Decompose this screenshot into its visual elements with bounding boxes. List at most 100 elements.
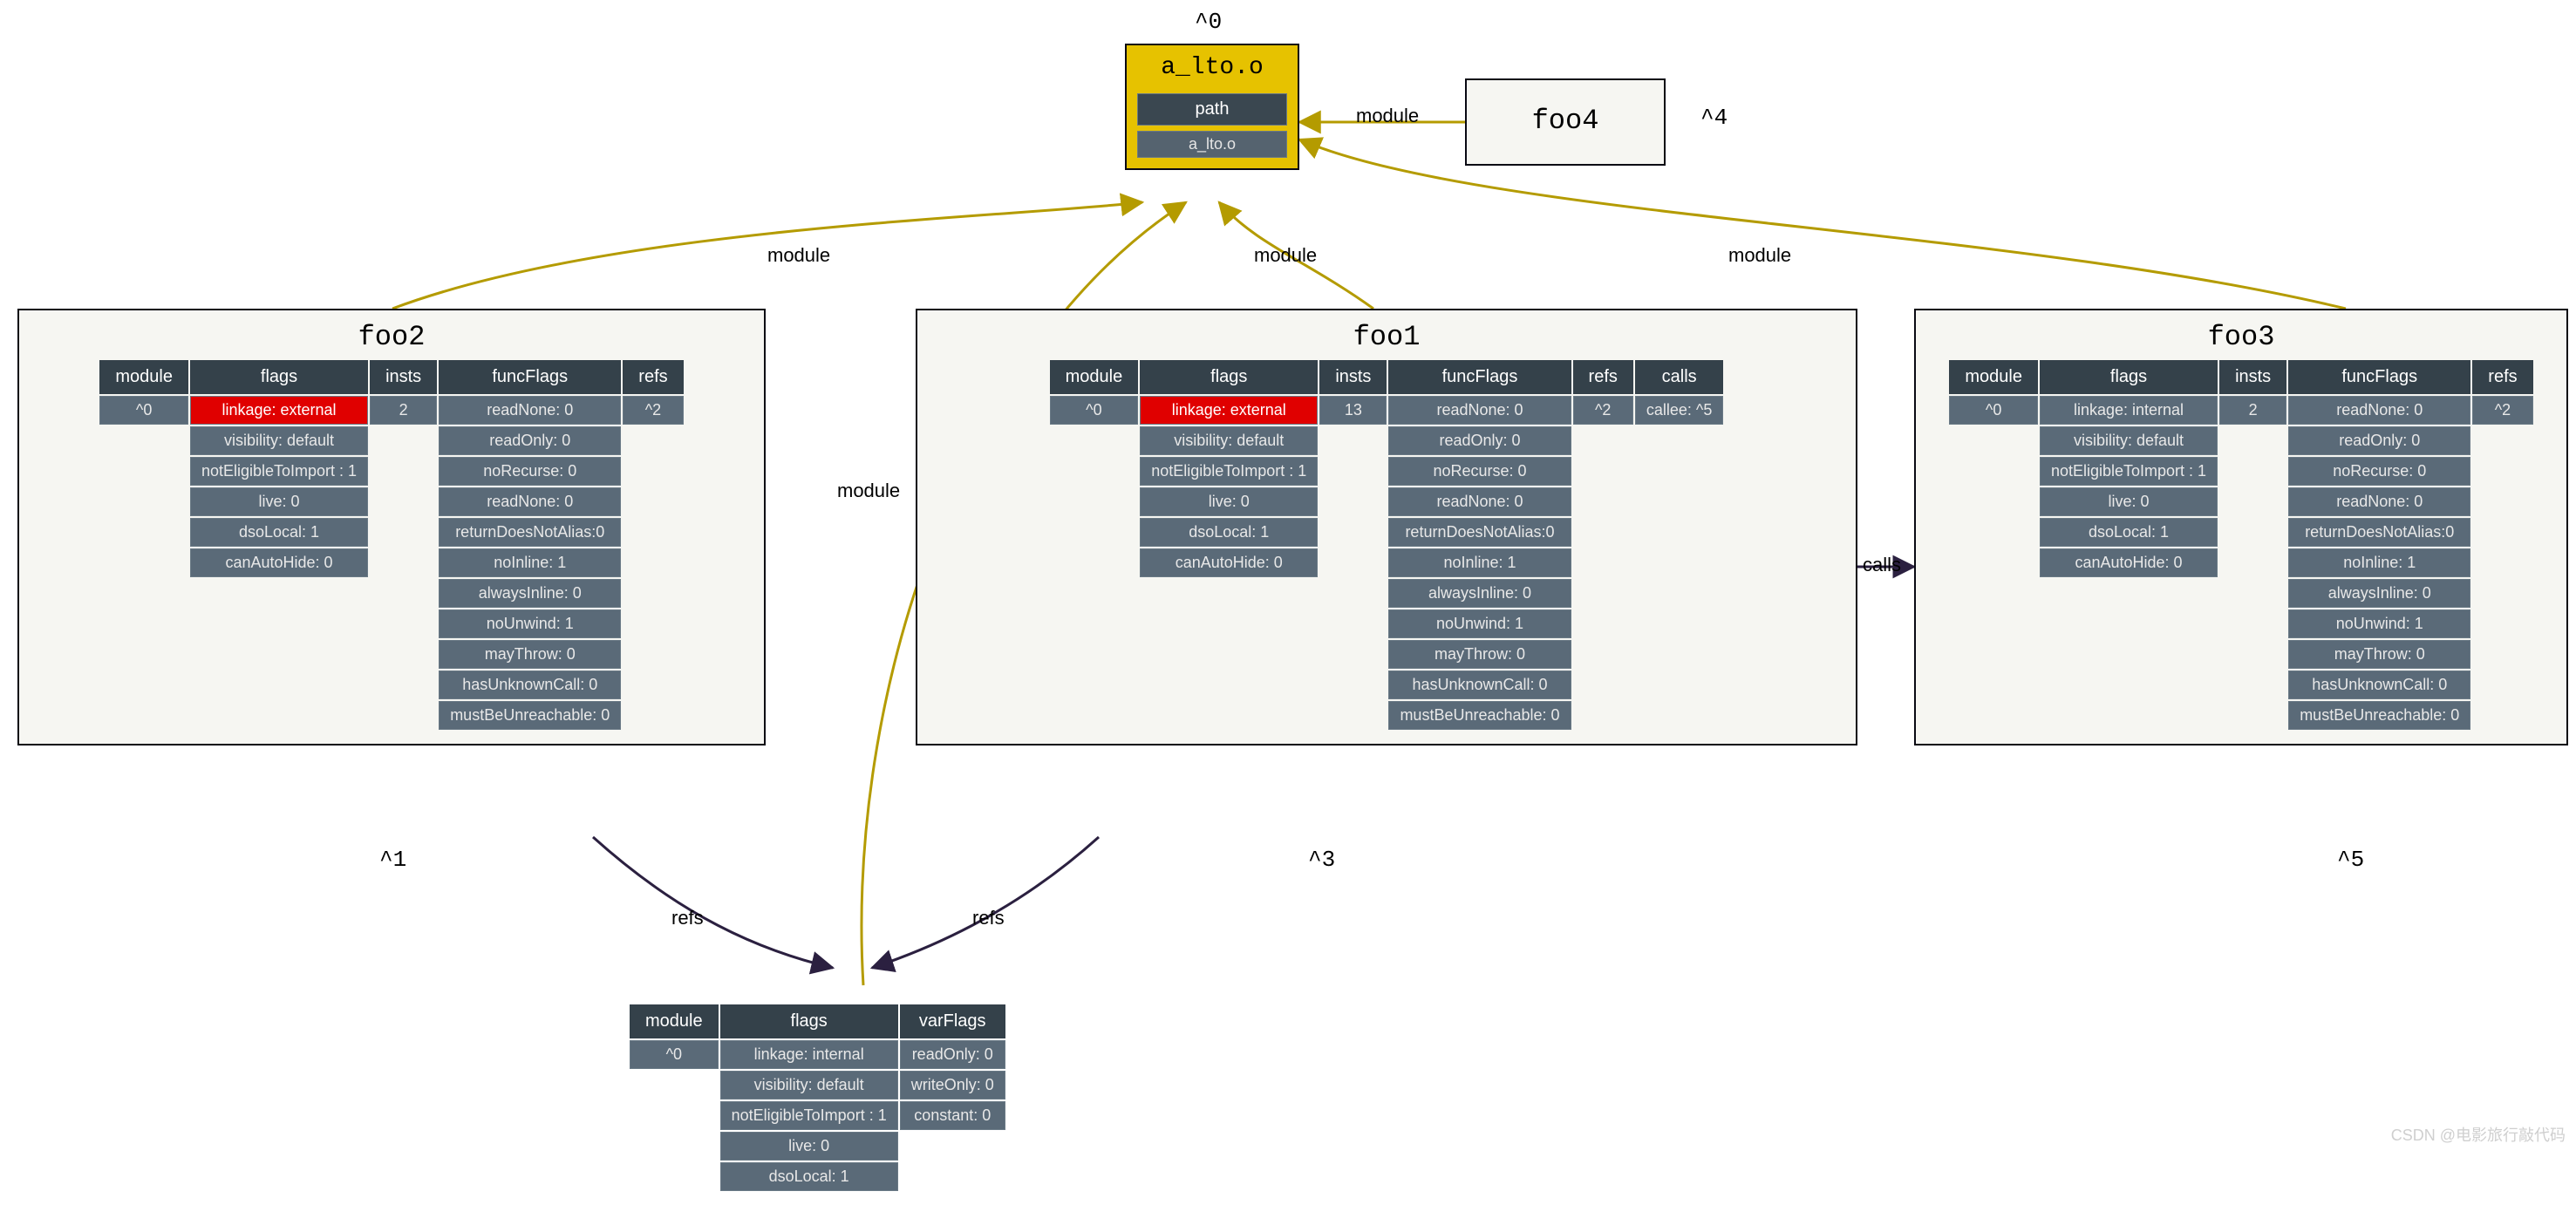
cell: returnDoesNotAlias:0 (2288, 518, 2470, 547)
cell: readNone: 0 (439, 487, 621, 516)
cell: 2 (2219, 396, 2286, 425)
foo2-table: module flags insts funcFlags refs ^0 lin… (98, 358, 685, 732)
foo4-id: ^4 (1700, 105, 1728, 131)
cell: canAutoHide: 0 (1140, 548, 1318, 577)
cell: visibility: default (2040, 426, 2218, 455)
node-var: module flags varFlags ^0 linkage: intern… (628, 1003, 1007, 1205)
hdr: funcFlags (2288, 360, 2470, 394)
edge-module-var: module (837, 480, 900, 502)
cell: canAutoHide: 0 (190, 548, 368, 577)
cell: noRecurse: 0 (1388, 457, 1571, 486)
foo3-id: ^5 (2337, 847, 2364, 873)
cell: ^0 (630, 1040, 719, 1069)
cell: ^0 (99, 396, 188, 425)
hdr: insts (370, 360, 437, 394)
foo1-table: module flags insts funcFlags refs calls … (1048, 358, 1726, 732)
foo3-table: module flags insts funcFlags refs ^0 lin… (1947, 358, 2534, 732)
cell: noUnwind: 1 (2288, 609, 2470, 638)
cell: visibility: default (190, 426, 368, 455)
hdr: flags (2040, 360, 2218, 394)
cell: dsoLocal: 1 (2040, 518, 2218, 547)
cell: ^0 (1050, 396, 1139, 425)
foo1-title: foo1 (917, 310, 1856, 358)
cell: ^0 (1949, 396, 2038, 425)
foo3-title: foo3 (1916, 310, 2566, 358)
node-foo3: foo3 module flags insts funcFlags refs ^… (1914, 309, 2568, 745)
cell: mayThrow: 0 (1388, 640, 1571, 669)
edge-module-foo3: module (1728, 244, 1791, 267)
cell: noRecurse: 0 (2288, 457, 2470, 486)
edge-calls: calls (1863, 554, 1901, 576)
watermark: CSDN @电影旅行敲代码 (2391, 1123, 2566, 1146)
hdr: flags (1140, 360, 1318, 394)
node-a-lto: a_lto.o path a_lto.o (1125, 44, 1299, 170)
cell: visibility: default (1140, 426, 1318, 455)
cell: readOnly: 0 (1388, 426, 1571, 455)
hdr: refs (1573, 360, 1633, 394)
cell: linkage: external (1140, 396, 1318, 425)
cell: callee: ^5 (1635, 396, 1724, 425)
cell: notEligibleToImport : 1 (190, 457, 368, 486)
cell: mayThrow: 0 (2288, 640, 2470, 669)
cell: live: 0 (720, 1132, 898, 1161)
node-foo1: foo1 module flags insts funcFlags refs c… (916, 309, 1857, 745)
cell: returnDoesNotAlias:0 (1388, 518, 1571, 547)
cell: live: 0 (190, 487, 368, 516)
cell: mayThrow: 0 (439, 640, 621, 669)
cell: readNone: 0 (2288, 487, 2470, 516)
cell: hasUnknownCall: 0 (439, 671, 621, 699)
cell: notEligibleToImport : 1 (2040, 457, 2218, 486)
cell: live: 0 (2040, 487, 2218, 516)
node0-id-label: ^0 (1195, 9, 1222, 35)
cell: noInline: 1 (439, 548, 621, 577)
hdr: module (99, 360, 188, 394)
cell: ^2 (2472, 396, 2532, 425)
cell: dsoLocal: 1 (1140, 518, 1318, 547)
cell: alwaysInline: 0 (439, 579, 621, 608)
cell: readNone: 0 (2288, 396, 2470, 425)
cell: alwaysInline: 0 (1388, 579, 1571, 608)
hdr: varFlags (900, 1004, 1005, 1038)
hdr: flags (190, 360, 368, 394)
hdr: funcFlags (439, 360, 621, 394)
hdr: module (630, 1004, 719, 1038)
edge-module-foo1: module (1254, 244, 1317, 267)
cell: mustBeUnreachable: 0 (2288, 701, 2470, 730)
cell: linkage: internal (2040, 396, 2218, 425)
foo2-id: ^1 (379, 847, 406, 873)
cell: alwaysInline: 0 (2288, 579, 2470, 608)
cell: dsoLocal: 1 (720, 1162, 898, 1191)
cell: readOnly: 0 (900, 1040, 1005, 1069)
path-value: a_lto.o (1137, 131, 1287, 158)
cell: 2 (370, 396, 437, 425)
cell: constant: 0 (900, 1101, 1005, 1130)
cell: linkage: internal (720, 1040, 898, 1069)
node-foo4: foo4 (1465, 78, 1666, 166)
cell: readOnly: 0 (2288, 426, 2470, 455)
cell: visibility: default (720, 1071, 898, 1099)
cell: ^2 (1573, 396, 1633, 425)
edge-refs-foo1: refs (972, 907, 1005, 929)
var-table: module flags varFlags ^0 linkage: intern… (628, 1003, 1007, 1193)
node-foo2: foo2 module flags insts funcFlags refs ^… (17, 309, 766, 745)
cell: live: 0 (1140, 487, 1318, 516)
cell: readNone: 0 (439, 396, 621, 425)
foo2-title: foo2 (19, 310, 764, 358)
hdr: refs (2472, 360, 2532, 394)
hdr: module (1050, 360, 1139, 394)
cell: noInline: 1 (1388, 548, 1571, 577)
cell: readNone: 0 (1388, 396, 1571, 425)
cell: mustBeUnreachable: 0 (1388, 701, 1571, 730)
hdr: calls (1635, 360, 1724, 394)
cell: readOnly: 0 (439, 426, 621, 455)
hdr: insts (1319, 360, 1387, 394)
cell: 13 (1319, 396, 1387, 425)
edge-module-foo2: module (767, 244, 830, 267)
cell: notEligibleToImport : 1 (1140, 457, 1318, 486)
cell: readNone: 0 (1388, 487, 1571, 516)
cell: linkage: external (190, 396, 368, 425)
cell: canAutoHide: 0 (2040, 548, 2218, 577)
cell: writeOnly: 0 (900, 1071, 1005, 1099)
cell: dsoLocal: 1 (190, 518, 368, 547)
cell: ^2 (623, 396, 683, 425)
